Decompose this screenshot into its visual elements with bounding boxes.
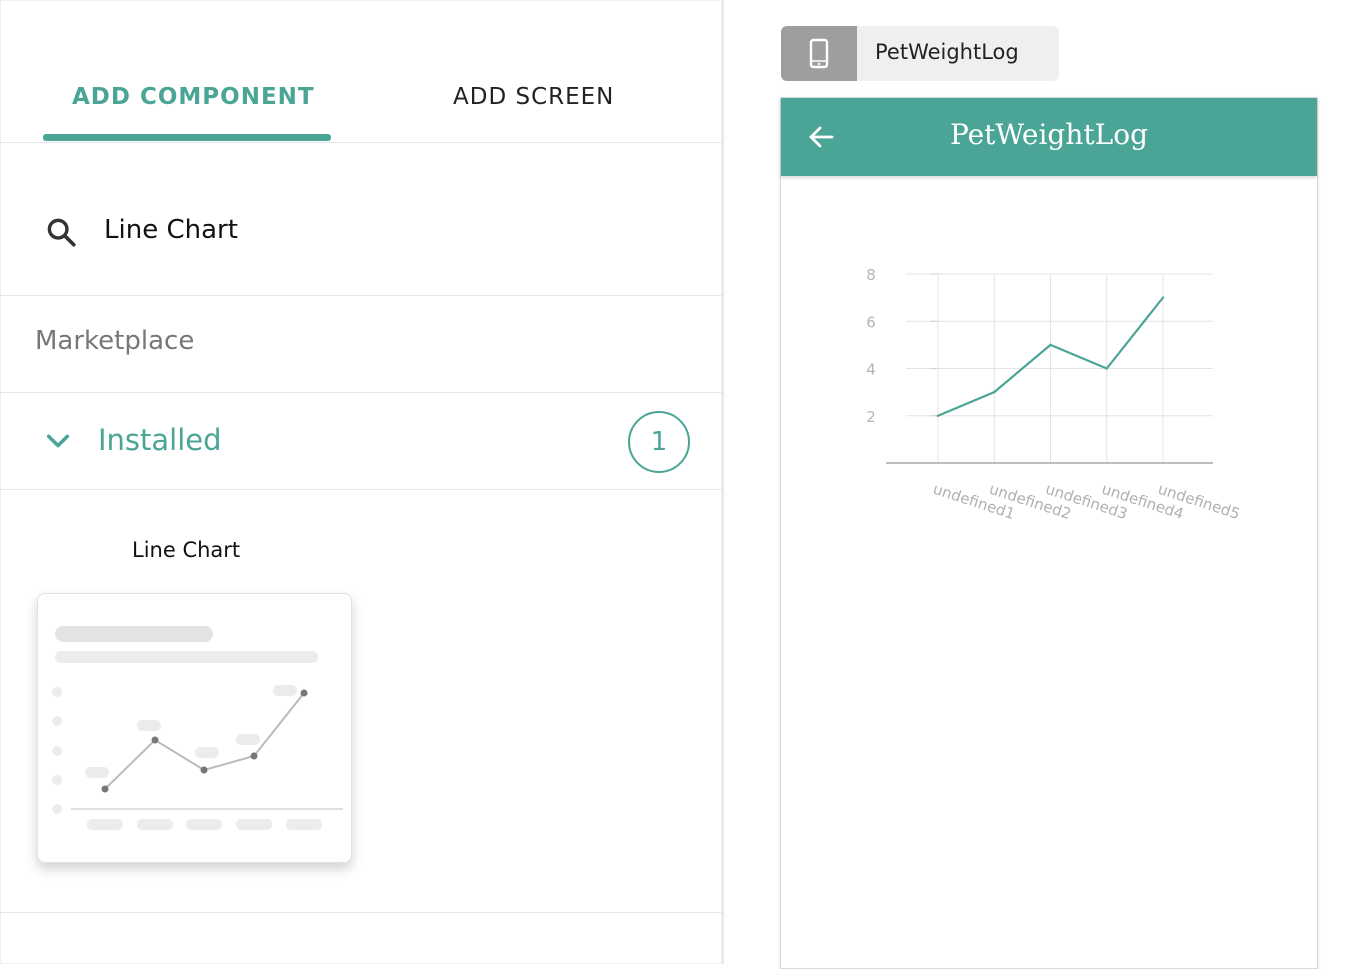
search-bar bbox=[0, 142, 722, 296]
screen-name-label: PetWeightLog bbox=[875, 40, 1019, 64]
y-tick-label: 4 bbox=[866, 361, 876, 379]
data-point bbox=[1049, 343, 1052, 347]
chevron-down-icon bbox=[46, 434, 70, 448]
installed-label: Installed bbox=[98, 423, 222, 457]
marketplace-section[interactable]: Marketplace bbox=[0, 296, 722, 393]
data-point bbox=[1105, 367, 1108, 370]
phone-preview: PetWeightLog 2 4 6 8 undefined1 undefined2 und… bbox=[780, 97, 1318, 969]
marketplace-label: Marketplace bbox=[35, 326, 195, 356]
line-chart[interactable]: 2468undefined1undefined2undefined3undefi… bbox=[781, 98, 1317, 538]
phone-icon-box bbox=[781, 26, 857, 81]
component-panel: ADD COMPONENT ADD SCREEN Marketplace Ins… bbox=[0, 0, 724, 964]
section-divider bbox=[0, 912, 722, 913]
search-input[interactable] bbox=[100, 210, 668, 250]
screen-selector-chip[interactable]: PetWeightLog bbox=[781, 26, 1059, 81]
phone-icon bbox=[809, 38, 829, 69]
data-point bbox=[1161, 296, 1165, 299]
tab-add-component[interactable]: ADD COMPONENT bbox=[72, 84, 315, 116]
y-tick-label: 6 bbox=[866, 313, 876, 331]
active-tab-indicator bbox=[43, 134, 331, 141]
y-tick-label: 8 bbox=[866, 266, 876, 284]
component-title: Line Chart bbox=[132, 538, 241, 562]
installed-count-badge: 1 bbox=[628, 411, 690, 473]
data-point bbox=[993, 390, 996, 394]
tab-add-screen[interactable]: ADD SCREEN bbox=[453, 84, 614, 116]
panel-tabs: ADD COMPONENT ADD SCREEN bbox=[0, 0, 722, 143]
search-icon bbox=[47, 218, 76, 247]
line-chart-thumbnail bbox=[52, 626, 343, 830]
data-point bbox=[936, 414, 940, 417]
line-chart-component-card[interactable] bbox=[37, 593, 352, 863]
y-tick-label: 2 bbox=[866, 408, 876, 426]
installed-section-header[interactable]: Installed 1 bbox=[0, 393, 722, 490]
